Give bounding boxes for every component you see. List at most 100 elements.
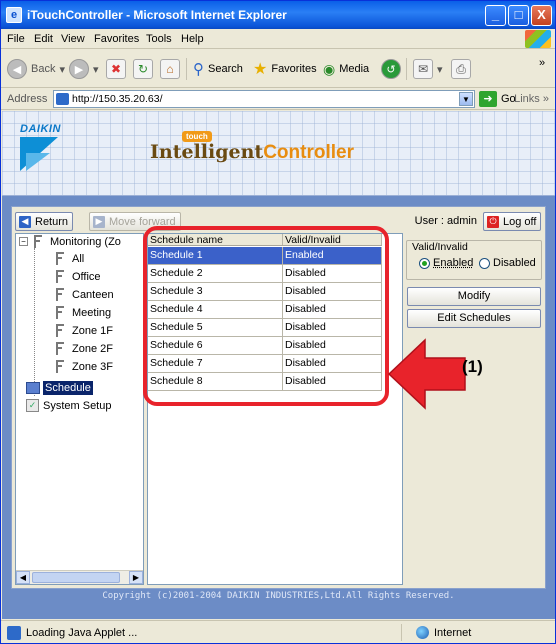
return-button[interactable]: ◀ Return	[15, 212, 74, 231]
scroll-left-icon[interactable]: ◀	[16, 571, 30, 584]
toolbar-overflow-icon[interactable]: »	[539, 52, 545, 74]
copyright-text: Copyright (c)2001-2004 DAIKIN INDUSTRIES…	[102, 591, 455, 601]
page-loading-icon	[7, 626, 21, 640]
go-arrow-icon: ➜	[479, 91, 497, 107]
callout-highlight	[143, 226, 389, 406]
web-page: DAIKIN touch IntelligentController ◀ Ret…	[2, 111, 555, 619]
menu-view[interactable]: View	[61, 33, 85, 45]
daikin-logo: DAIKIN	[20, 123, 61, 171]
address-bar: Address http://150.35.20.63/ ▼ ➜ Go Link…	[1, 88, 555, 110]
history-button[interactable]: ↺	[381, 58, 401, 80]
back-button[interactable]: ◀ Back ▾	[7, 58, 65, 80]
status-bar: Loading Java Applet ... Internet	[1, 620, 555, 643]
back-arrow-icon: ◀	[7, 59, 27, 79]
logoff-button[interactable]: ⏻ Log off	[483, 212, 542, 231]
tree-item-system-setup[interactable]: ✓ System Setup	[26, 399, 111, 412]
terminal-icon	[56, 360, 66, 373]
terminal-icon	[56, 342, 66, 355]
maximize-button[interactable]: □	[508, 5, 529, 26]
star-icon: ★	[253, 61, 268, 78]
globe-icon	[416, 626, 429, 639]
search-button[interactable]: ⚲ Search	[193, 58, 243, 80]
tree-item-zone[interactable]: Zone 2F	[56, 342, 113, 355]
tree-item-schedule[interactable]: Schedule	[26, 381, 93, 395]
ie-icon: e	[6, 7, 22, 23]
go-button[interactable]: ➜ Go	[479, 91, 516, 107]
terminal-icon	[34, 235, 44, 248]
forward-button[interactable]: ▶ ▾	[69, 58, 99, 80]
favorites-button[interactable]: ★ Favorites	[253, 58, 317, 80]
valid-invalid-group: Valid/Invalid Enabled Disabled	[406, 240, 542, 280]
tree-item-zone[interactable]: Canteen	[56, 288, 114, 301]
standard-toolbar: ◀ Back ▾ ▶ ▾ ✖ ↻ ⌂ ⚲ Search ★ Favorites ◉ …	[1, 50, 555, 88]
menu-bar: File Edit View Favorites Tools Help	[1, 29, 555, 49]
logoff-icon: ⏻	[487, 215, 499, 228]
close-button[interactable]: X	[531, 5, 552, 26]
checklist-icon: ✓	[26, 399, 39, 412]
links-button[interactable]: Links »	[514, 93, 549, 105]
menu-favorites[interactable]: Favorites	[94, 33, 139, 45]
tree-item-zone[interactable]: Zone 1F	[56, 324, 113, 337]
home-button[interactable]: ⌂	[160, 58, 180, 80]
address-label: Address	[7, 93, 48, 105]
controller-app: ◀ Return ▶ Move forward User : admin ⏻ L…	[11, 206, 546, 589]
menu-file[interactable]: File	[7, 33, 25, 45]
status-text: Loading Java Applet ...	[26, 627, 138, 639]
enabled-radio[interactable]: Enabled	[419, 257, 473, 269]
refresh-button[interactable]: ↻	[133, 58, 153, 80]
move-forward-icon: ▶	[93, 215, 105, 228]
terminal-icon	[56, 270, 66, 283]
media-button[interactable]: ◉ Media	[323, 58, 369, 80]
group-label: Valid/Invalid	[410, 241, 470, 253]
media-icon: ◉	[323, 60, 336, 77]
address-dropdown-icon[interactable]: ▼	[459, 92, 473, 106]
windows-logo-icon	[525, 30, 551, 48]
disabled-radio[interactable]: Disabled	[479, 257, 536, 269]
scroll-thumb[interactable]	[32, 572, 120, 583]
minimize-button[interactable]: _	[485, 5, 506, 26]
intelligent-controller-logo: touch IntelligentController	[150, 131, 354, 163]
print-button[interactable]: ⎙	[451, 58, 471, 80]
menu-help[interactable]: Help	[181, 33, 204, 45]
terminal-icon	[56, 306, 66, 319]
tree-item-zone[interactable]: All	[56, 252, 84, 265]
scroll-right-icon[interactable]: ▶	[129, 571, 143, 584]
window-title: iTouchController - Microsoft Internet Ex…	[27, 8, 287, 22]
terminal-icon	[56, 252, 66, 265]
page-icon	[56, 93, 69, 105]
home-icon: ⌂	[160, 59, 180, 79]
forward-arrow-icon: ▶	[69, 59, 89, 79]
printer-icon: ⎙	[451, 59, 471, 79]
return-arrow-icon: ◀	[19, 215, 31, 228]
browser-window: e iTouchController - Microsoft Internet …	[0, 0, 556, 644]
tree-horizontal-scrollbar[interactable]: ◀ ▶	[16, 570, 143, 584]
header-banner: DAIKIN touch IntelligentController	[2, 111, 555, 196]
user-info: User : admin	[414, 215, 477, 227]
refresh-icon: ↻	[133, 59, 153, 79]
address-input[interactable]: http://150.35.20.63/ ▼	[53, 90, 475, 108]
menu-edit[interactable]: Edit	[34, 33, 53, 45]
stop-button[interactable]: ✖	[106, 58, 126, 80]
modify-button[interactable]: Modify	[407, 287, 541, 306]
tree-item-monitoring[interactable]: Monitoring (Zo	[34, 235, 121, 248]
menu-tools[interactable]: Tools	[146, 33, 172, 45]
security-zone: Internet	[401, 624, 471, 641]
tree-item-zone[interactable]: Office	[56, 270, 101, 283]
tree-item-zone[interactable]: Zone 3F	[56, 360, 113, 373]
mail-icon: ✉	[413, 59, 433, 79]
collapse-toggle-icon[interactable]: −	[19, 237, 28, 246]
radio-selected-icon	[419, 257, 430, 269]
callout-label: (1)	[462, 357, 483, 376]
edit-schedules-button[interactable]: Edit Schedules	[407, 309, 541, 328]
navigation-tree: − Monitoring (Zo All Office Canteen Meet…	[15, 233, 144, 585]
radio-unselected-icon	[479, 257, 490, 269]
tree-item-zone[interactable]: Meeting	[56, 306, 111, 319]
history-icon: ↺	[381, 59, 401, 79]
callout-arrow-icon	[387, 338, 466, 410]
terminal-icon	[56, 288, 66, 301]
title-bar: e iTouchController - Microsoft Internet …	[1, 1, 555, 29]
search-icon: ⚲	[193, 61, 204, 78]
terminal-icon	[56, 324, 66, 337]
mail-button[interactable]: ✉ ▾	[413, 58, 443, 80]
schedule-icon	[26, 382, 40, 394]
